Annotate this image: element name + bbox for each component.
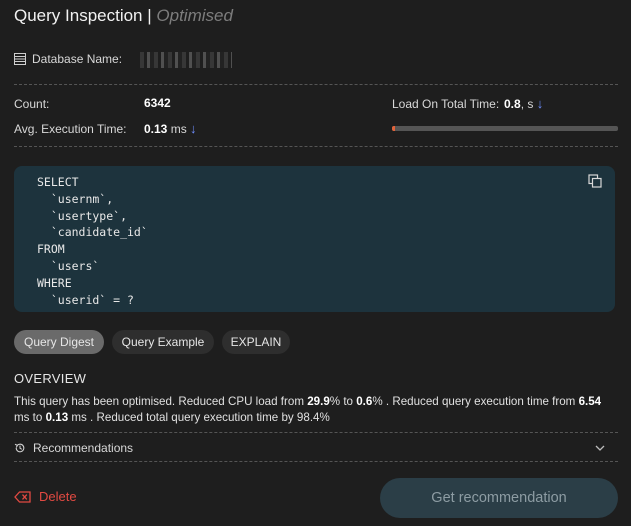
sql-text: SELECT `usernm`, `usertype`, `candidate_… (37, 175, 148, 307)
delete-button[interactable]: Delete (14, 489, 77, 504)
database-name-label: Database Name: (32, 52, 123, 66)
backspace-icon (14, 490, 31, 503)
load-label: Load On Total Time: (392, 97, 500, 111)
count-label: Count: (14, 97, 50, 111)
load-value-group: 0.8, s ↓ (504, 96, 543, 111)
overview-text: This query has been optimised. Reduced C… (14, 395, 308, 408)
divider (14, 84, 618, 85)
overview-text: % to (329, 395, 357, 408)
history-icon (14, 443, 25, 453)
tab-query-digest[interactable]: Query Digest (14, 330, 104, 354)
recommendations-toggle[interactable]: Recommendations (14, 440, 618, 456)
tab-query-example[interactable]: Query Example (112, 330, 214, 354)
database-name-redacted (140, 52, 232, 68)
avg-exec-unit: ms (170, 122, 187, 136)
overview-description: This query has been optimised. Reduced C… (14, 394, 618, 426)
arrow-down-icon: ↓ (190, 121, 197, 136)
divider (14, 461, 618, 462)
count-value: 6342 (144, 96, 171, 110)
page-title: Query Inspection | Optimised (14, 6, 233, 26)
copy-icon[interactable] (588, 174, 602, 188)
avg-exec-label: Avg. Execution Time: (14, 122, 127, 136)
avg-exec-value: 0.13 (144, 122, 168, 136)
page-title-text: Query Inspection | (14, 6, 152, 25)
load-progress-bar (392, 126, 618, 131)
load-unit: , s (520, 97, 534, 111)
tab-explain[interactable]: EXPLAIN (222, 330, 290, 354)
cpu-from-value: 29.9 (307, 395, 330, 408)
overview-heading: OVERVIEW (14, 371, 87, 386)
arrow-down-icon: ↓ (536, 96, 544, 111)
load-progress-fill (392, 126, 396, 131)
load-value: 0.8 (504, 97, 521, 111)
overview-text: ms . Reduced total query execution time … (68, 411, 330, 424)
database-name-row: Database Name: (14, 52, 122, 66)
recommendations-label: Recommendations (33, 441, 134, 455)
avg-exec-value-group: 0.13 ms ↓ (144, 121, 197, 136)
exec-from-value: 6.54 (578, 395, 602, 408)
get-recommendation-button[interactable]: Get recommendation (380, 478, 618, 518)
chevron-down-icon (595, 445, 605, 451)
exec-to-value: 0.13 (45, 411, 69, 424)
divider (14, 432, 618, 433)
overview-text: ms to (14, 411, 46, 424)
sql-code-block[interactable]: SELECT `usernm`, `usertype`, `candidate_… (14, 166, 615, 312)
table-icon (14, 53, 26, 65)
status-label: Optimised (156, 6, 233, 25)
delete-label: Delete (39, 489, 77, 504)
cpu-to-value: 0.6 (356, 395, 373, 408)
divider (14, 146, 618, 147)
overview-text: % . Reduced query execution time from (372, 395, 579, 408)
